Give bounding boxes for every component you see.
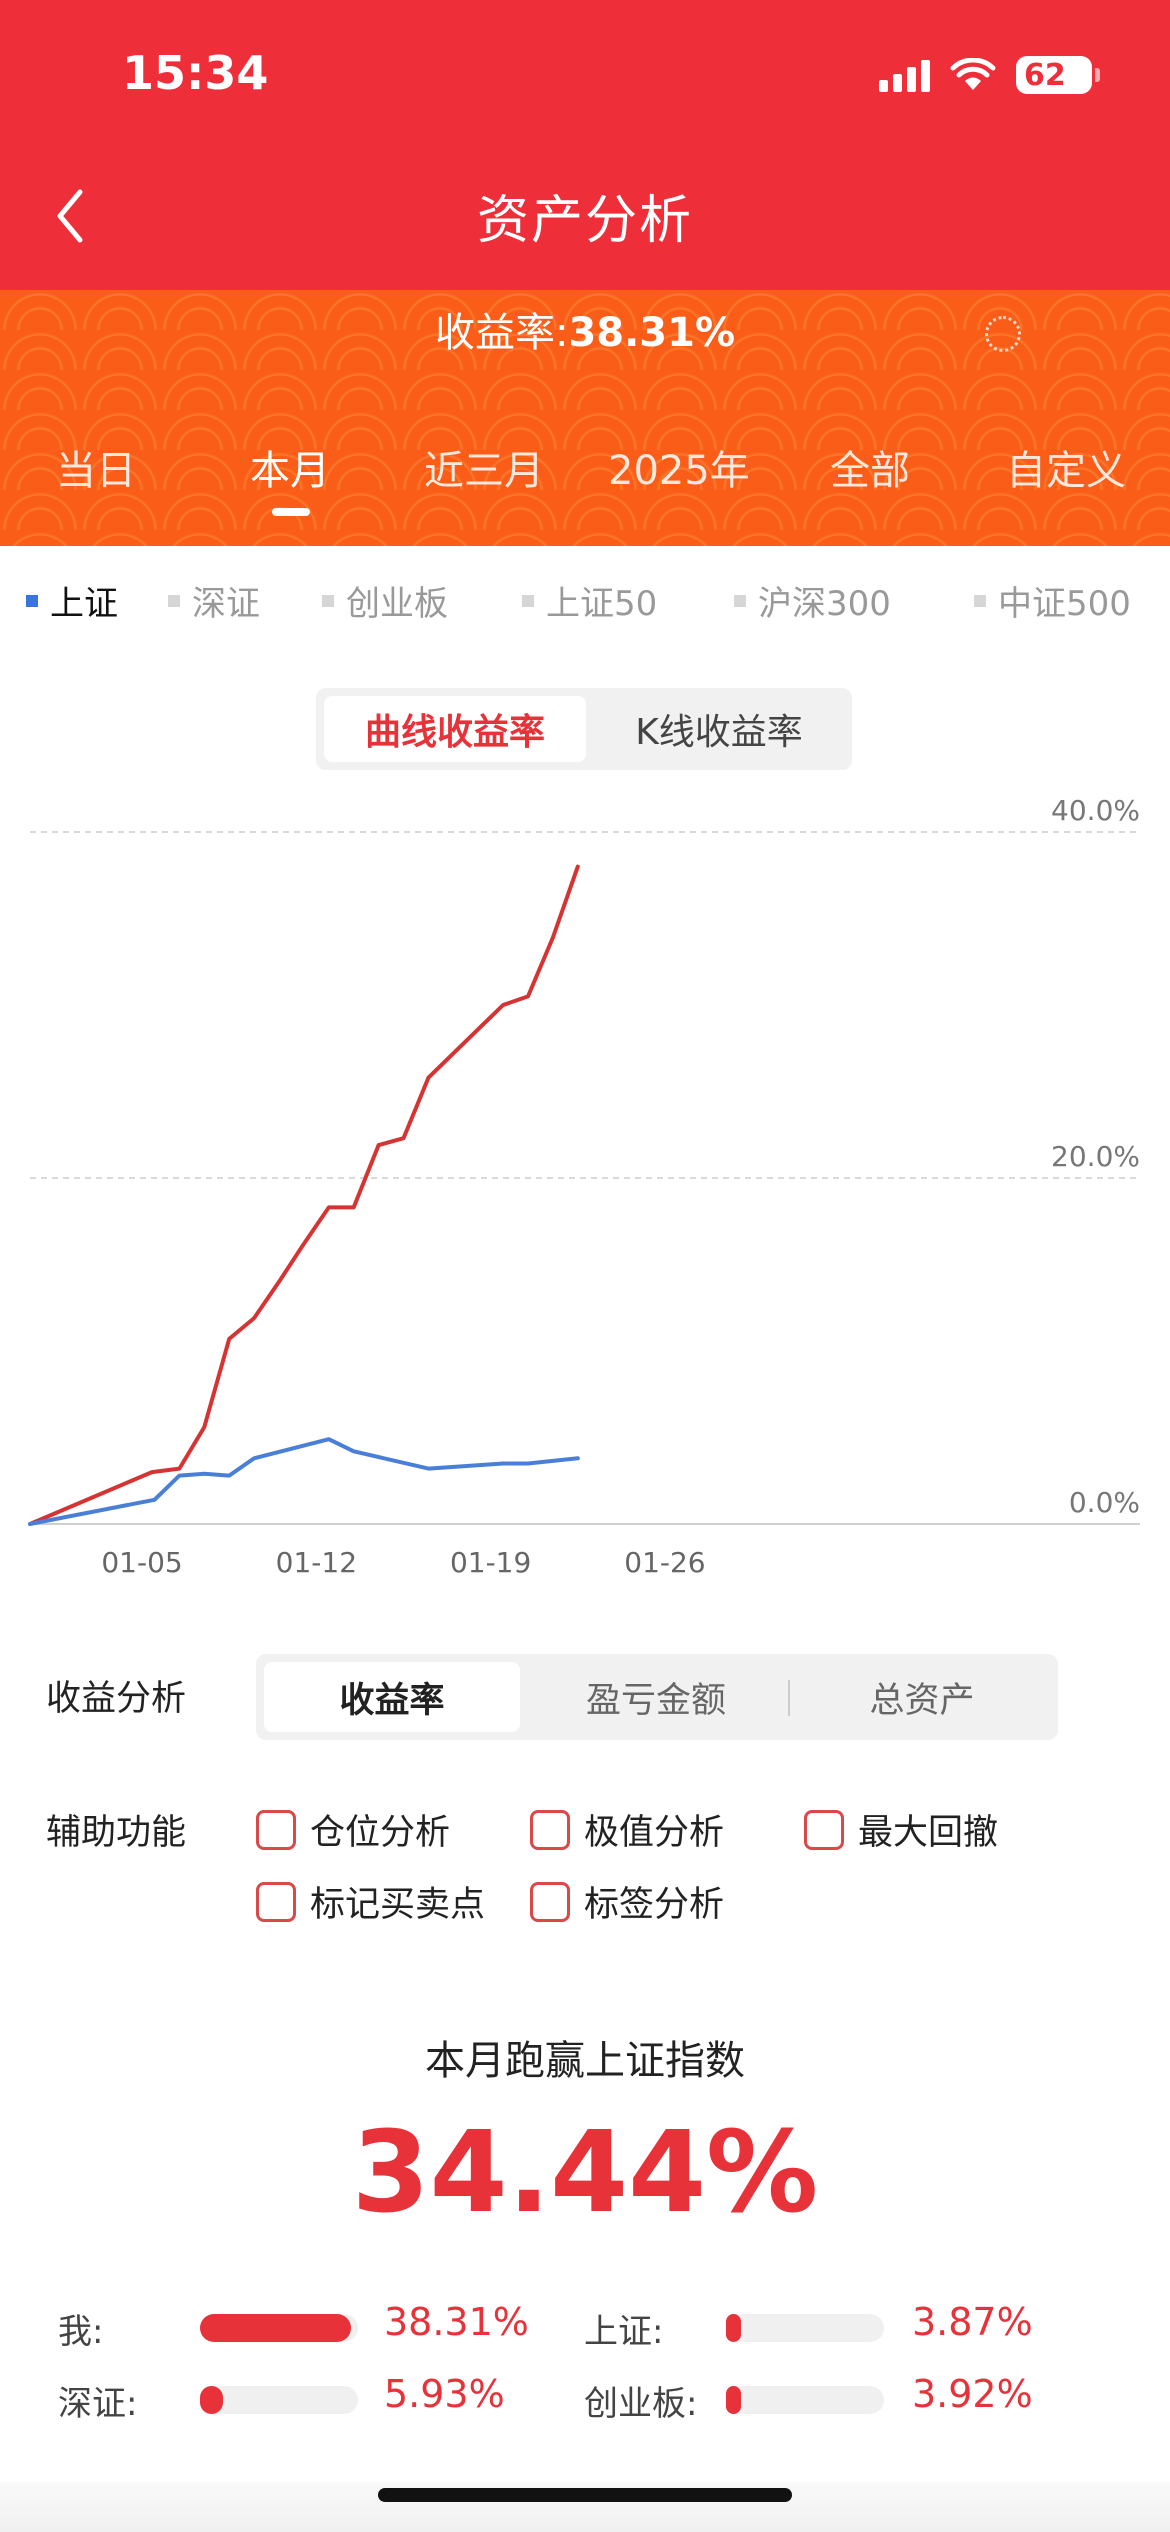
- total-yield-value: 38.31%: [568, 310, 736, 356]
- compare-value: 5.93%: [384, 2372, 505, 2416]
- checkbox-label: 标签分析: [584, 1885, 725, 1925]
- checkbox-label: 仓位分析: [310, 1813, 451, 1853]
- checkbox-box: [804, 1809, 844, 1850]
- compare-fill: [726, 2386, 742, 2414]
- divider: [788, 1680, 790, 1716]
- compare-fill: [200, 2386, 224, 2414]
- x-tick-label: 01-12: [276, 1546, 357, 1579]
- compare-shanghai: 上证: 3.87%: [584, 2300, 1104, 2352]
- compare-track: [200, 2314, 358, 2342]
- compare-value: 3.92%: [912, 2372, 1033, 2416]
- x-tick-label: 01-19: [450, 1546, 531, 1579]
- beat-index-title: 本月跑赢上证指数: [425, 2038, 745, 2084]
- x-tick-label: 01-05: [101, 1546, 182, 1579]
- y-tick-label: 0.0%: [1069, 1486, 1140, 1519]
- filter-label: 上证: [50, 584, 118, 624]
- tab-custom[interactable]: 自定义: [1006, 438, 1126, 496]
- series-line-mine: [28, 864, 580, 1526]
- compare-fill: [200, 2314, 352, 2342]
- chart-mode-toggle: 曲线收益率 K线收益率: [316, 688, 852, 770]
- compare-label: 上证:: [584, 2312, 664, 2352]
- total-yield-label: 收益率:: [434, 310, 569, 356]
- filter-shenzhen[interactable]: 深证: [168, 576, 260, 625]
- beat-index-value: 34.44%: [351, 2108, 819, 2238]
- loading-spinner-icon: [985, 316, 1021, 352]
- checkbox-max-drawdown[interactable]: 最大回撤: [804, 1804, 998, 1855]
- status-time: 15:34: [122, 46, 269, 100]
- filter-sse50[interactable]: 上证50: [522, 576, 657, 625]
- compare-label: 创业板:: [584, 2384, 698, 2424]
- checkbox-mark-trades[interactable]: 标记买卖点: [256, 1876, 485, 1927]
- y-tick-label: 40.0%: [1051, 794, 1140, 827]
- aux-label: 辅助功能: [46, 1813, 187, 1853]
- checkbox-tag-analysis[interactable]: 标签分析: [530, 1876, 724, 1927]
- x-tick-label: 01-26: [624, 1546, 705, 1579]
- checkbox-label: 标记买卖点: [310, 1885, 486, 1925]
- filter-chinext[interactable]: 创业板: [322, 576, 448, 625]
- period-tabs: 当日 本月 近三月 2025年 全部 自定义: [0, 438, 1170, 508]
- active-tab-indicator: [272, 508, 310, 516]
- home-indicator[interactable]: [378, 2488, 792, 2502]
- analysis-option-yield[interactable]: 收益率: [264, 1662, 520, 1732]
- filter-label: 沪深300: [758, 584, 891, 624]
- compare-label: 深证:: [58, 2384, 138, 2424]
- filter-label: 创业板: [346, 584, 448, 624]
- curve-yield-button[interactable]: 曲线收益率: [324, 696, 586, 762]
- checkbox-box: [530, 1809, 570, 1850]
- compare-track: [726, 2386, 884, 2414]
- cellular-signal-icon: [879, 58, 930, 92]
- app-header: 15:34 62 资产分析: [0, 0, 1170, 290]
- kline-yield-button[interactable]: K线收益率: [594, 696, 844, 762]
- checkbox-extreme-analysis[interactable]: 极值分析: [530, 1804, 724, 1855]
- wifi-icon: [950, 58, 996, 90]
- series-line-index: [28, 1437, 580, 1526]
- compare-track: [200, 2386, 358, 2414]
- analysis-label: 收益分析: [46, 1679, 187, 1719]
- checkbox-box: [256, 1809, 296, 1850]
- checkbox-label: 极值分析: [584, 1813, 725, 1853]
- tab-three-months[interactable]: 近三月: [424, 438, 544, 496]
- compare-mine: 我: 38.31%: [58, 2300, 578, 2352]
- filter-label: 上证50: [546, 584, 658, 624]
- filter-label: 中证500: [998, 584, 1131, 624]
- compare-fill: [726, 2314, 742, 2342]
- compare-track: [726, 2314, 884, 2342]
- battery-icon: 62: [1016, 56, 1100, 94]
- compare-value: 38.31%: [384, 2300, 529, 2344]
- page-title: 资产分析: [476, 191, 693, 251]
- analysis-option-pnl[interactable]: 盈亏金额: [528, 1662, 784, 1732]
- filter-shanghai[interactable]: 上证: [26, 576, 118, 625]
- checkbox-position-analysis[interactable]: 仓位分析: [256, 1804, 450, 1855]
- tab-today[interactable]: 当日: [56, 438, 136, 496]
- analysis-option-total-assets[interactable]: 总资产: [794, 1662, 1050, 1732]
- compare-chinext: 创业板: 3.92%: [584, 2372, 1104, 2424]
- status-icons: 62: [879, 56, 1100, 94]
- filter-label: 深证: [192, 584, 260, 624]
- yield-chart: 40.0% 20.0% 0.0% 01-05 01-12 01-19 01-26: [28, 794, 1140, 1579]
- tab-all[interactable]: 全部: [830, 438, 910, 496]
- checkbox-label: 最大回撤: [858, 1813, 999, 1853]
- analysis-toggle: 收益率 盈亏金额 总资产: [256, 1654, 1058, 1740]
- battery-level: 62: [1024, 57, 1066, 93]
- compare-shenzhen: 深证: 5.93%: [58, 2372, 578, 2424]
- compare-label: 我:: [58, 2312, 104, 2352]
- tab-year-2025[interactable]: 2025年: [608, 438, 750, 496]
- y-tick-label: 20.0%: [1051, 1140, 1140, 1173]
- filter-csi500[interactable]: 中证500: [974, 576, 1131, 625]
- page: 15:34 62 资产分析 收益率:38.31% 当日 本月 近三月 2025年…: [0, 0, 1170, 2532]
- tab-this-month[interactable]: 本月: [250, 438, 330, 496]
- filter-csi300[interactable]: 沪深300: [734, 576, 891, 625]
- index-filters: 上证 深证 创业板 上证50 沪深300 中证500: [0, 576, 1170, 636]
- compare-value: 3.87%: [912, 2300, 1033, 2344]
- checkbox-box: [530, 1881, 570, 1922]
- checkbox-box: [256, 1881, 296, 1922]
